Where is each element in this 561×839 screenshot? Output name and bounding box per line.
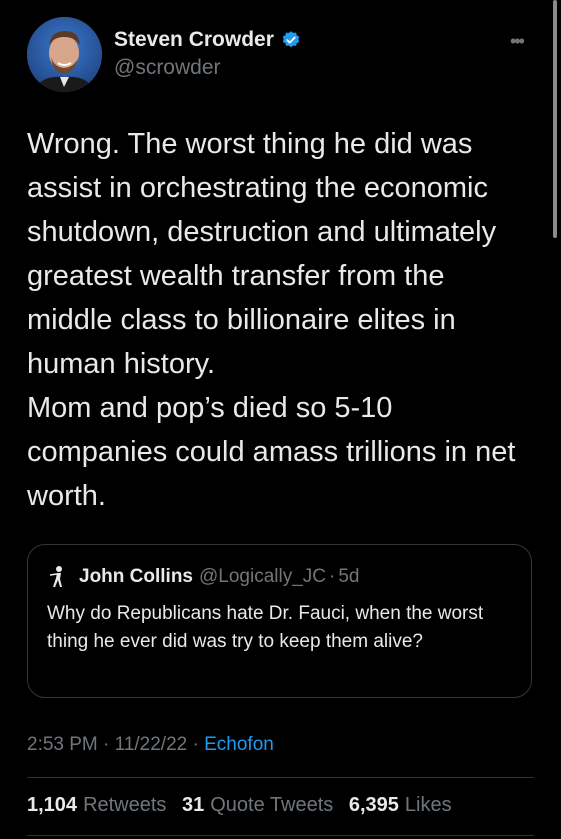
retweets-label: Retweets bbox=[83, 794, 167, 816]
quote-tweets-label: Quote Tweets bbox=[210, 794, 334, 816]
tweet-source-link[interactable]: Echofon bbox=[204, 734, 274, 755]
meta-separator: · bbox=[103, 734, 110, 755]
tweet-meta: 2:53 PM · 11/22/22 · Echofon bbox=[27, 734, 274, 756]
likes-stat[interactable]: 6,395 Likes bbox=[349, 794, 462, 816]
quote-avatar[interactable] bbox=[48, 565, 66, 589]
quote-author-handle[interactable]: @Logically_JC bbox=[199, 566, 326, 588]
tweet-time[interactable]: 2:53 PM bbox=[27, 734, 98, 755]
quote-tweets-stat[interactable]: 31 Quote Tweets bbox=[182, 794, 343, 816]
quote-separator: · bbox=[329, 566, 336, 587]
likes-count: 6,395 bbox=[348, 794, 399, 816]
retweets-count: 1,104 bbox=[27, 794, 78, 816]
author-name[interactable]: Steven Crowder bbox=[114, 28, 274, 52]
tweet-stats: 1,104 Retweets 31 Quote Tweets 6,395 Likes bbox=[27, 794, 462, 817]
divider bbox=[27, 777, 534, 778]
more-horizontal-icon[interactable]: ••• bbox=[510, 31, 525, 52]
quote-tweets-count: 31 bbox=[182, 794, 205, 816]
tweet-date[interactable]: 11/22/22 bbox=[115, 734, 188, 755]
quote-author-name[interactable]: John Collins bbox=[79, 566, 193, 588]
verified-badge-icon bbox=[281, 30, 301, 50]
author-handle[interactable]: @scrowder bbox=[114, 56, 221, 80]
meta-separator: · bbox=[192, 734, 199, 755]
retweets-stat[interactable]: 1,104 Retweets bbox=[27, 794, 176, 816]
avatar[interactable] bbox=[27, 17, 102, 92]
quote-text: Why do Republicans hate Dr. Fauci, when … bbox=[47, 603, 484, 652]
divider bbox=[27, 835, 534, 836]
quote-timestamp[interactable]: 5d bbox=[338, 566, 359, 588]
tweet-text: Wrong. The worst thing he did was assist… bbox=[27, 128, 516, 512]
quoted-tweet[interactable]: John Collins @Logically_JC · 5d Why do R… bbox=[27, 544, 532, 698]
likes-label: Likes bbox=[404, 794, 452, 816]
scrollbar[interactable] bbox=[553, 0, 557, 238]
